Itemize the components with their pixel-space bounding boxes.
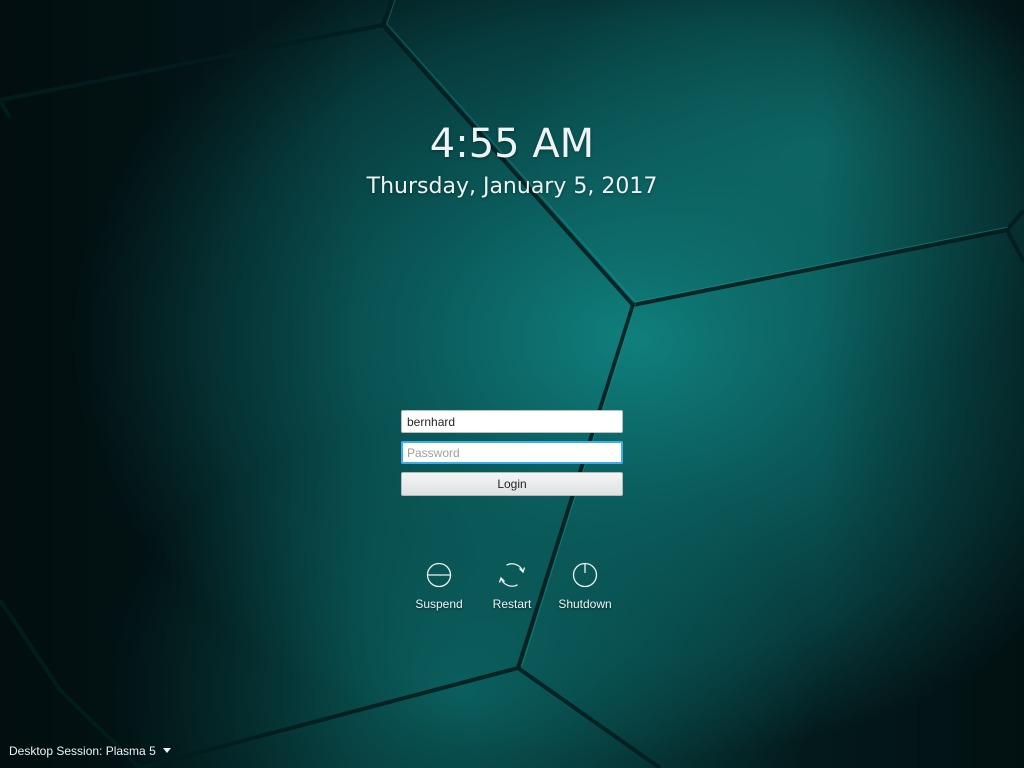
username-field[interactable] bbox=[401, 410, 623, 433]
clock-time: 4:55 AM bbox=[429, 121, 595, 167]
restart-button[interactable]: Restart bbox=[472, 558, 552, 618]
shutdown-icon bbox=[572, 562, 598, 588]
password-field[interactable] bbox=[401, 441, 623, 464]
restart-icon bbox=[498, 563, 526, 587]
desktop-session-selector[interactable]: Desktop Session: Plasma 5 bbox=[9, 743, 171, 759]
suspend-label: Suspend bbox=[415, 597, 463, 611]
shutdown-button[interactable]: Shutdown bbox=[545, 558, 625, 618]
wallpaper bbox=[0, 0, 1024, 768]
clock-date: Thursday, January 5, 2017 bbox=[366, 174, 658, 199]
restart-label: Restart bbox=[492, 597, 532, 611]
desktop-session-label: Desktop Session: Plasma 5 bbox=[9, 744, 156, 758]
chevron-down-icon bbox=[162, 748, 171, 754]
shutdown-label: Shutdown bbox=[558, 597, 612, 611]
suspend-icon bbox=[426, 562, 452, 588]
login-button[interactable]: Login bbox=[401, 472, 623, 496]
suspend-button[interactable]: Suspend bbox=[399, 558, 479, 618]
